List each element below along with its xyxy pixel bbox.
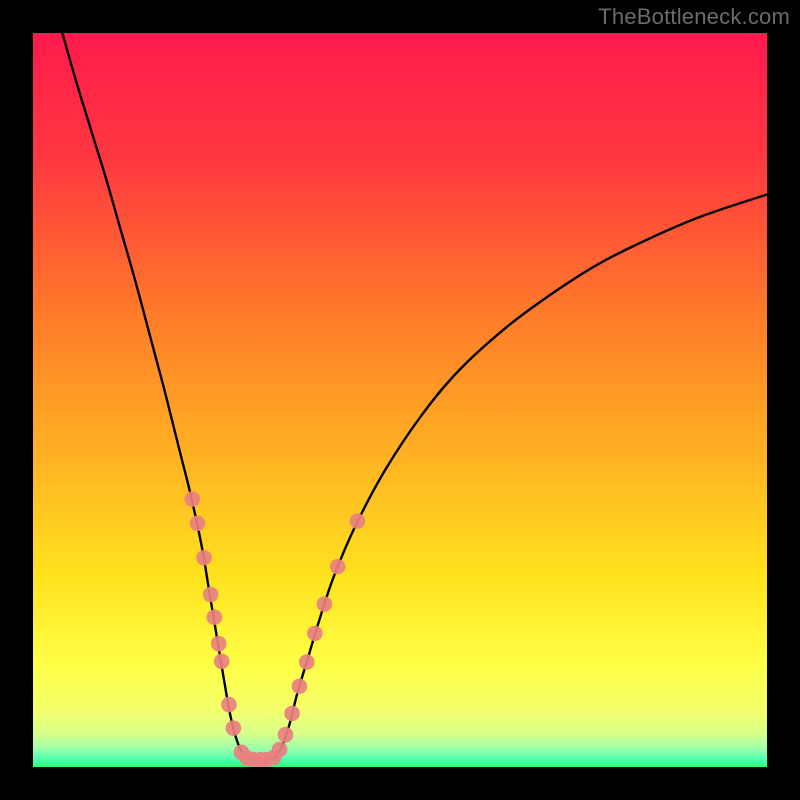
highlight-dot <box>203 587 219 603</box>
highlight-dot <box>317 596 333 612</box>
highlight-dot <box>214 654 230 670</box>
plot-frame <box>33 33 767 767</box>
watermark-text: TheBottleneck.com <box>598 4 790 30</box>
gradient-background <box>33 33 767 767</box>
highlight-dot <box>299 654 315 670</box>
highlight-dot <box>221 697 237 713</box>
highlight-dot <box>278 727 294 743</box>
highlight-dot <box>184 491 200 507</box>
chart-stage: TheBottleneck.com <box>0 0 800 800</box>
highlight-dot <box>284 706 300 722</box>
highlight-dot <box>330 559 346 575</box>
highlight-dot <box>272 742 288 758</box>
highlight-dot <box>350 513 366 529</box>
highlight-dot <box>190 516 206 532</box>
highlight-dot <box>211 636 227 652</box>
highlight-dot <box>226 720 242 736</box>
highlight-dot <box>196 550 212 566</box>
highlight-dot <box>307 626 323 642</box>
highlight-dot <box>292 678 308 694</box>
highlight-dot <box>207 609 223 625</box>
plot-svg <box>33 33 767 767</box>
